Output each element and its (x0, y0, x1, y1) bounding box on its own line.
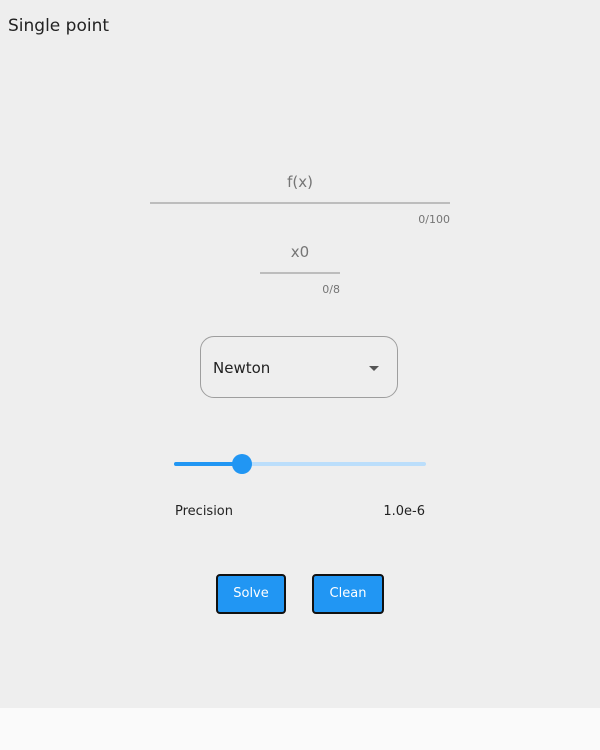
clean-button[interactable]: Clean (312, 574, 384, 614)
method-select[interactable]: Newton (200, 336, 398, 398)
main-panel: Single point f(x) 0/100 x0 0/8 Newton Pr… (0, 0, 600, 708)
fx-field-underline (150, 202, 450, 204)
caret-down-icon (369, 366, 379, 371)
method-select-value: Newton (213, 359, 271, 377)
precision-slider[interactable] (174, 452, 426, 476)
precision-label: Precision (175, 504, 234, 519)
x0-field-underline (260, 272, 340, 274)
precision-value: 1.0e-6 (383, 504, 425, 519)
x0-field[interactable]: x0 0/8 (260, 240, 340, 300)
x0-field-label: x0 (290, 243, 310, 261)
x0-char-counter: 0/8 (322, 283, 340, 296)
solve-button[interactable]: Solve (216, 574, 286, 614)
fx-char-counter: 0/100 (418, 213, 450, 226)
slider-thumb[interactable] (232, 454, 253, 474)
fx-field[interactable]: f(x) 0/100 (150, 170, 450, 230)
fx-field-label: f(x) (287, 173, 313, 191)
page-title: Single point (8, 16, 110, 36)
